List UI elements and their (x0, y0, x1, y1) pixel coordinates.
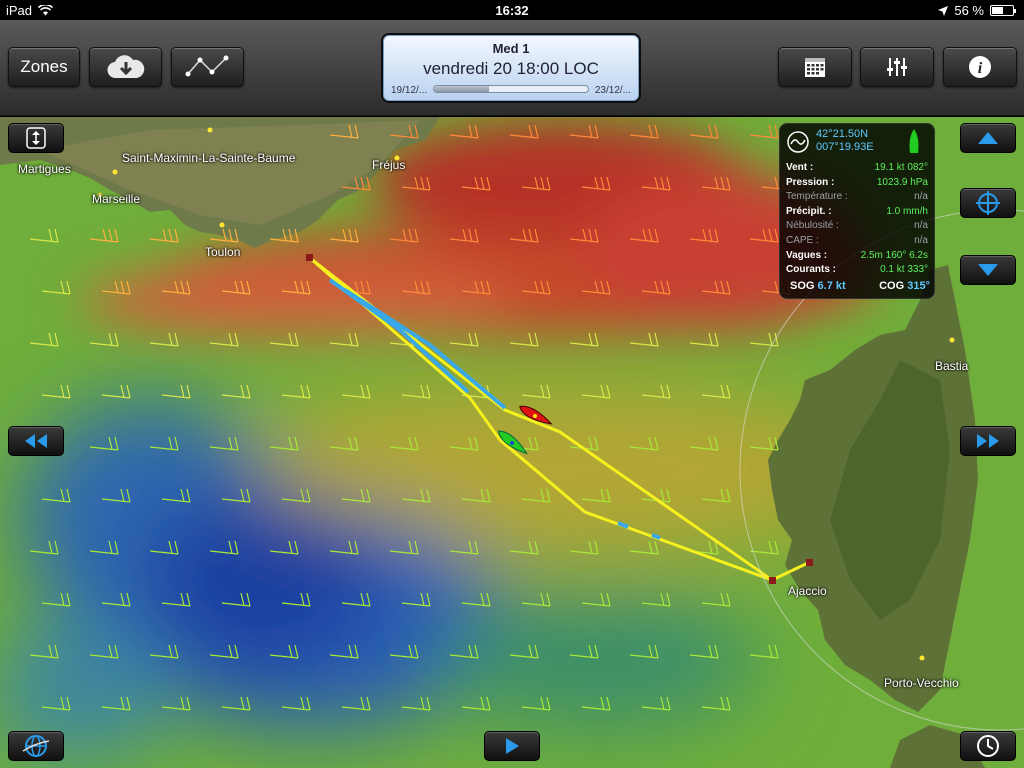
battery-icon (990, 5, 1016, 16)
triangle-up-icon (978, 132, 998, 144)
info-row-key: Pression : (786, 176, 835, 188)
fast-forward-button[interactable] (960, 426, 1016, 456)
info-icon: i (969, 56, 991, 78)
info-row-value: n/a (914, 234, 928, 246)
play-button[interactable] (484, 731, 540, 761)
start-waypoint[interactable] (306, 254, 313, 261)
cloud-download-icon (106, 55, 144, 79)
info-row: CAPE : n/a (786, 234, 928, 249)
time-selector[interactable]: Med 1 vendredi 20 18:00 LOC 19/12/... 23… (381, 33, 641, 103)
info-row-key: Précipit. : (786, 205, 832, 217)
ajaccio-waypoint[interactable] (769, 577, 776, 584)
calendar-button[interactable] (778, 47, 852, 87)
clock-icon (977, 735, 999, 757)
svg-text:i: i (978, 60, 983, 77)
route-segment-blue-4 (651, 533, 661, 540)
cog-label: COG (879, 280, 905, 292)
clock-button[interactable] (960, 731, 1016, 761)
map-label-ajaccio: Ajaccio (788, 584, 827, 598)
range-end-label: 23/12/... (594, 85, 631, 96)
arrival-waypoint[interactable] (806, 559, 813, 566)
globe-icon (22, 735, 50, 757)
info-button[interactable]: i (943, 47, 1017, 87)
info-row-value: 2.5m 160° 6.2s (860, 249, 928, 261)
info-row: Courants : 0.1 kt 333° (786, 263, 928, 278)
forecast-datetime: vendredi 20 18:00 LOC (423, 59, 599, 78)
triangle-down-icon (978, 264, 998, 276)
range-start-label: 19/12/... (391, 85, 428, 96)
zones-button[interactable]: Zones (8, 47, 80, 87)
info-row: Température : n/a (786, 190, 928, 205)
longitude: 007°19.93E (816, 141, 874, 153)
map-label-bastia: Bastia (935, 359, 969, 373)
scroll-up-button[interactable] (960, 123, 1016, 153)
center-position-button[interactable] (960, 188, 1016, 218)
map-label-martigues: Martigues (18, 162, 71, 176)
map-label-saint-maximin: Saint-Maximin-La-Sainte-Baume (122, 151, 296, 165)
fast-forward-icon (977, 434, 999, 448)
scroll-down-button[interactable] (960, 255, 1016, 285)
sog-label: SOG (790, 280, 815, 292)
rewind-button[interactable] (8, 426, 64, 456)
info-row-key: Courants : (786, 264, 836, 276)
info-row-key: Température : (786, 191, 848, 203)
point-info-panel: 42°21.50N 007°19.93E Vent : 19.1 kt 082° P… (779, 123, 935, 299)
rewind-icon (25, 434, 47, 448)
info-row-value: 0.1 kt 333° (880, 264, 928, 276)
clock: 16:32 (495, 3, 529, 18)
wave-mode-icon[interactable] (786, 130, 810, 154)
toolbar: Zones Med 1 vendredi 20 18:00 LOC 19/12/… (0, 20, 1024, 116)
zones-label: Zones (20, 57, 68, 76)
calendar-icon (805, 58, 825, 77)
info-row-key: Vagues : (786, 249, 828, 261)
route-polyline-icon (185, 55, 228, 77)
info-row-key: Vent : (786, 162, 814, 173)
map-label-marseille: Marseille (92, 192, 141, 206)
download-button[interactable] (89, 47, 162, 87)
sog-value: 6.7 kt (817, 280, 846, 292)
time-slider[interactable] (433, 85, 589, 93)
cog-value: 315° (907, 280, 930, 292)
crosshair-icon (976, 191, 1000, 215)
map-label-toulon: Toulon (205, 245, 241, 259)
map-label-porto-vecchio: Porto-Vecchio (884, 676, 959, 690)
globe-button[interactable] (8, 731, 64, 761)
info-row-value: 1.0 mm/h (886, 205, 928, 217)
battery-percent: 56 % (954, 3, 984, 18)
info-row: Nébulosité : n/a (786, 219, 928, 234)
forecast-model-title: Med 1 (492, 41, 530, 56)
info-row-value: 19.1 kt 082° (874, 162, 928, 173)
route-button[interactable] (171, 47, 244, 87)
info-row: Pression : 1023.9 hPa (786, 176, 928, 191)
time-slider-fill (434, 86, 490, 92)
info-row: Précipit. : 1.0 mm/h (786, 205, 928, 220)
map-label-frejus: Fréjus (372, 158, 406, 172)
expand-vertical-button[interactable] (8, 123, 64, 153)
info-row-value: n/a (914, 220, 928, 232)
info-row: Vent : 19.1 kt 082° (786, 161, 928, 176)
latitude: 42°21.50N (816, 128, 869, 140)
settings-button[interactable] (860, 47, 934, 87)
play-icon (506, 738, 519, 754)
boat-icon (909, 129, 919, 153)
info-row-key: Nébulosité : (786, 220, 839, 232)
info-row-value: n/a (914, 191, 928, 203)
expand-vertical-icon (26, 127, 46, 149)
location-arrow-icon (938, 5, 949, 16)
info-row-key: CAPE : (786, 234, 819, 246)
sliders-icon (887, 58, 907, 76)
screen: iPad 16:32 56 % Zones Med 1 vendredi 20 … (0, 0, 1024, 768)
info-row: Vagues : 2.5m 160° 6.2s (786, 249, 928, 264)
status-bar: iPad 16:32 56 % (0, 0, 1024, 20)
info-row-value: 1023.9 hPa (876, 176, 928, 188)
